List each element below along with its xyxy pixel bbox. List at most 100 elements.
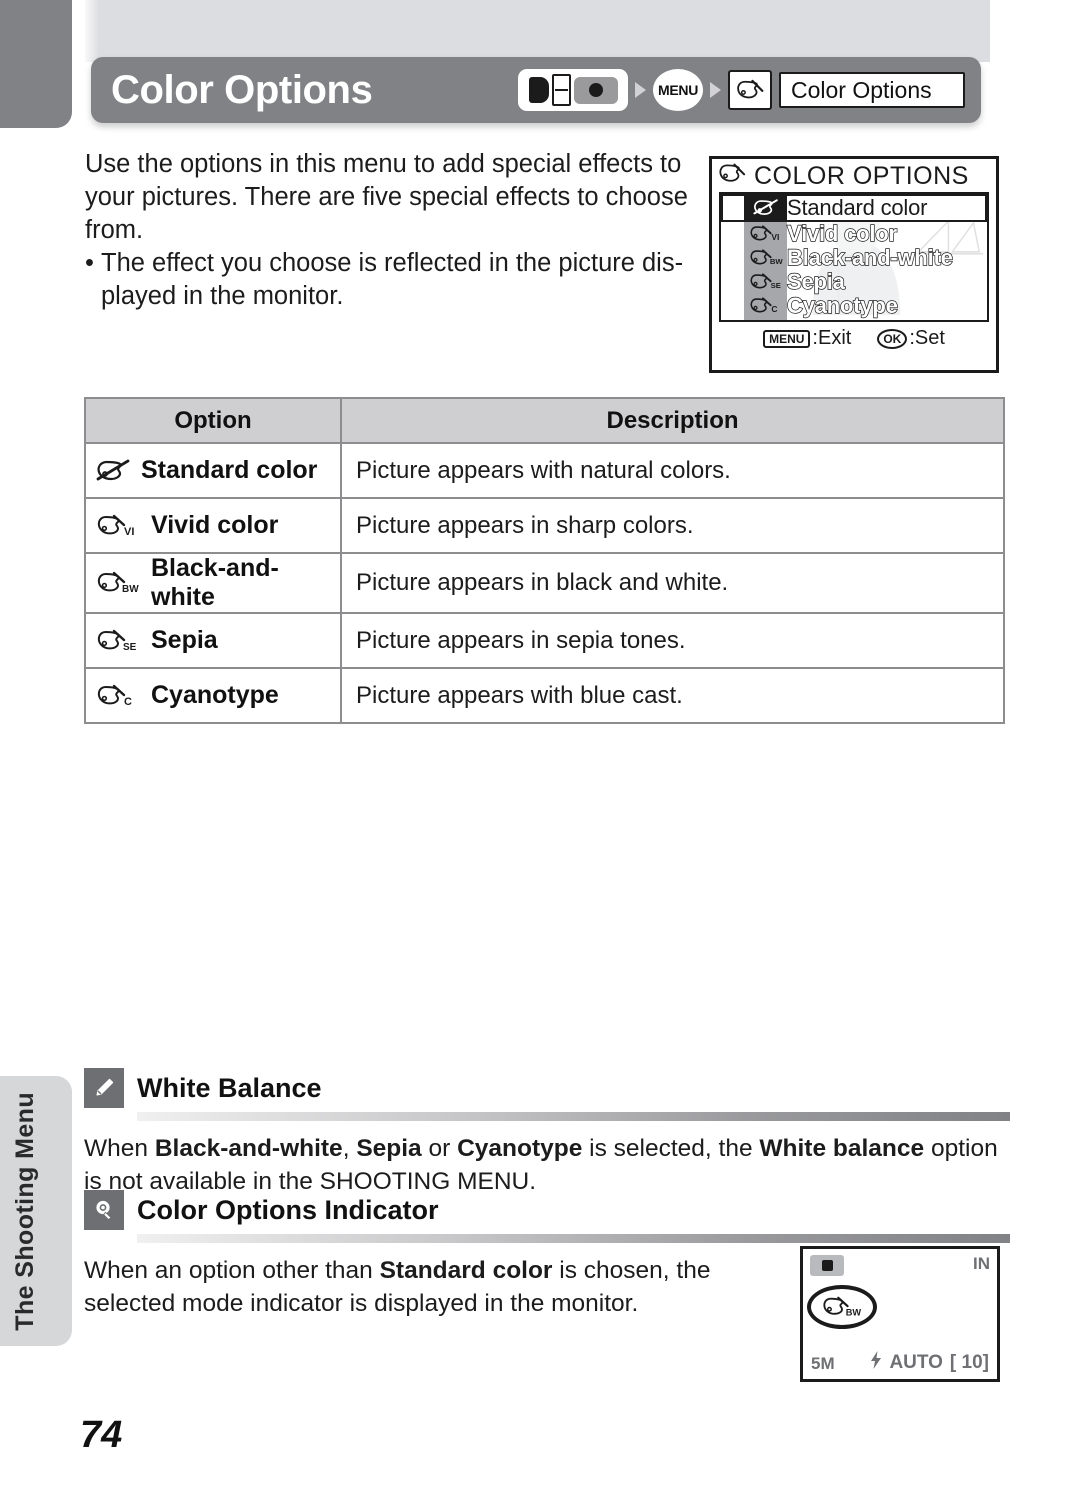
svg-text:BW: BW [846, 1307, 862, 1317]
table-header-row: Option Description [84, 397, 1005, 444]
table-row: SE Sepia Picture appears in sepia tones. [84, 612, 1005, 669]
table-cell-description: Picture appears in sepia tones. [340, 612, 1005, 669]
palette-slashed-icon [96, 458, 130, 484]
note-divider [137, 1112, 1010, 1121]
section-side-tab: The Shooting Menu [0, 1076, 72, 1346]
chevron-right-icon-2 [710, 82, 721, 98]
note-white-balance: White Balance When Black-and-white, Sepi… [84, 1068, 1010, 1198]
lcd-menu-item-vivid-color[interactable]: VI Vivid color [721, 222, 987, 246]
palette-icon [718, 162, 746, 191]
lcd-set-hint: OK :Set [877, 327, 945, 350]
table-cell-description: Picture appears with blue cast. [340, 667, 1005, 724]
page-number: 74 [80, 1414, 123, 1456]
memory-indicator: IN [973, 1254, 990, 1273]
table-row: Standard color Picture appears with natu… [84, 442, 1005, 499]
color-options-icon [728, 70, 772, 110]
table-cell-description: Picture appears in black and white. [340, 552, 1005, 614]
table-cell-option: SE Sepia [84, 612, 342, 669]
palette-icon-bw: BW [96, 570, 140, 596]
note-bold-term: Sepia [356, 1135, 422, 1162]
color-options-table: Option Description Standard color Pictur… [84, 397, 1005, 724]
note-bold-term: Standard color [379, 1257, 553, 1284]
note-header: Color Options Indicator [84, 1190, 1010, 1230]
camera-lcd-menu-illustration: COLOR OPTIONS ✓ Standard color [709, 156, 999, 373]
palette-icon-vi: VI [96, 513, 140, 539]
lcd-item-label: Vivid color [786, 221, 897, 246]
table-row: BW Black-and-white Picture appears in bl… [84, 552, 1005, 614]
lcd-footer-hints: MENU :Exit OK :Set [712, 322, 996, 350]
svg-text:C: C [771, 304, 777, 314]
camera-mode-icon [810, 1255, 844, 1276]
page-header: Color Options MENU Color Options [91, 57, 981, 123]
flash-icon [870, 1351, 882, 1373]
page-title: Color Options [111, 68, 373, 112]
table-header-description: Description [340, 397, 1005, 444]
breadcrumb: MENU Color Options [518, 69, 965, 111]
note-title: White Balance [137, 1072, 322, 1103]
table-cell-description: Picture appears in sharp colors. [340, 497, 1005, 554]
palette-icon-se: SE [744, 272, 787, 292]
note-bold-term: White balance [759, 1135, 925, 1162]
table-cell-option: C Cyanotype [84, 667, 342, 724]
ok-key-icon: OK [877, 328, 908, 349]
frames-remaining: [ 10] [949, 1351, 989, 1373]
svg-text:SE: SE [123, 642, 137, 653]
palette-bw-icon: BW [807, 1285, 877, 1329]
table-cell-option: BW Black-and-white [84, 552, 342, 614]
note-title: Color Options Indicator [137, 1194, 439, 1225]
lcd-menu-list: ✓ Standard color VI Vivid color [719, 192, 989, 322]
lcd-exit-hint: MENU :Exit [763, 327, 851, 350]
table-option-label: Standard color [141, 456, 318, 484]
table-option-label: Black-and-white [151, 554, 279, 611]
bullet-marker: • [85, 249, 94, 277]
palette-icon-se: SE [96, 628, 140, 654]
svg-text:VI: VI [124, 526, 134, 538]
intro-paragraph: Use the options in this menu to add spec… [85, 150, 688, 244]
lcd-menu-item-cyanotype[interactable]: C Cyanotype [721, 294, 987, 318]
intro-bullet-text: The effect you choose is reflected in th… [101, 249, 684, 310]
breadcrumb-current-label: Color Options [779, 72, 965, 108]
palette-slashed-icon [744, 196, 787, 220]
svg-text:BW: BW [769, 257, 783, 266]
lcd-item-label: Standard color [787, 195, 928, 220]
pencil-icon [84, 1068, 124, 1108]
lcd-menu-item-black-and-white[interactable]: BW Black-and-white [721, 246, 987, 270]
table-cell-description: Picture appears with natural colors. [340, 442, 1005, 499]
flash-mode-indicator: AUTO [ 10] [870, 1351, 989, 1373]
palette-icon-bw: BW [744, 248, 787, 268]
table-cell-option: Standard color [84, 442, 342, 499]
chevron-right-icon [635, 82, 646, 98]
lcd-menu-title-row: COLOR OPTIONS [712, 159, 996, 192]
lcd-set-label: :Set [909, 327, 945, 349]
table-option-label: Vivid color [151, 511, 279, 539]
svg-text:BW: BW [122, 584, 139, 595]
lightbulb-icon [84, 1190, 124, 1230]
table-option-label: Sepia [151, 626, 218, 654]
palette-icon-vi: VI [744, 224, 787, 244]
image-size-indicator: 5M [811, 1354, 835, 1373]
note-bold-term: Cyanotype [457, 1135, 583, 1162]
lcd-exit-label: :Exit [812, 327, 852, 349]
intro-bullet-item: • The effect you choose is reflected in … [85, 247, 705, 313]
note-body: When an option other than Standard color… [84, 1257, 711, 1317]
top-decorative-band [85, 0, 990, 62]
intro-text: Use the options in this menu to add spec… [85, 148, 705, 313]
note-divider [137, 1234, 1010, 1243]
table-cell-option: VI Vivid color [84, 497, 342, 554]
svg-text:C: C [124, 696, 132, 708]
shooting-mode-icon [518, 69, 628, 111]
note-body: When Black-and-white, Sepia or Cyanotype… [84, 1135, 998, 1195]
note-bold-term: Black-and-white [154, 1135, 343, 1162]
lcd-title-text: COLOR OPTIONS [754, 162, 969, 190]
lcd-menu-item-standard-color[interactable]: Standard color [721, 194, 987, 222]
menu-key-icon: MENU [763, 329, 811, 348]
lcd-item-label: Black-and-white [786, 245, 953, 270]
menu-button-icon: MENU [653, 69, 703, 111]
palette-icon-c: C [96, 683, 140, 709]
flash-mode-label: AUTO [889, 1351, 943, 1373]
lcd-item-label: Cyanotype [786, 293, 898, 318]
table-row: VI Vivid color Picture appears in sharp … [84, 497, 1005, 554]
note-header: White Balance [84, 1068, 1010, 1108]
lcd-menu-item-sepia[interactable]: SE Sepia [721, 270, 987, 294]
palette-icon-c: C [744, 296, 787, 316]
